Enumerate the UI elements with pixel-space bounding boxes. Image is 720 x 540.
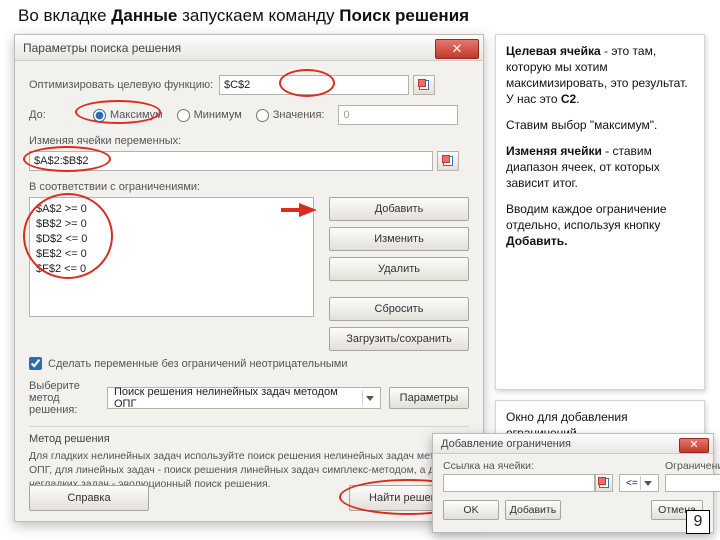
info-box-main: Целевая ячейка - это там, которую мы хот… [495, 34, 705, 390]
constraint-item[interactable]: $A$2 >= 0 [36, 202, 307, 217]
radio-min-input[interactable] [177, 109, 190, 122]
add-button[interactable]: Добавить [329, 197, 469, 221]
radio-min[interactable]: Минимум [177, 109, 242, 122]
add-dialog-body: Ссылка на ячейки: <= Ограничение: [433, 454, 713, 524]
to-label: До: [29, 109, 79, 121]
solver-title: Параметры поиска решения [23, 41, 181, 55]
radio-max-input[interactable] [93, 109, 106, 122]
objective-cell-input[interactable] [219, 75, 409, 95]
add-dialog-titlebar[interactable]: Добавление ограничения ✕ [433, 434, 713, 454]
solver-titlebar[interactable]: Параметры поиска решения ✕ [15, 35, 483, 61]
method-row: Выберите метод решения: Поиск решения не… [29, 380, 469, 416]
slide-title: Во вкладке Данные запускаем команду Поис… [18, 6, 469, 26]
spacer [619, 460, 659, 472]
nonneg-checkbox[interactable] [29, 357, 42, 370]
vars-label: Изменяя ячейки переменных: [29, 135, 181, 147]
constraint-item[interactable]: $E$2 <= 0 [36, 247, 307, 262]
title-bold-2: Поиск решения [339, 6, 469, 25]
cellref-label: Ссылка на ячейки: [443, 460, 613, 472]
constraint-buttons: Добавить Изменить Удалить Сбросить Загру… [329, 197, 469, 351]
info-bold: Изменяя ячейки [506, 144, 602, 158]
constraints-label: В соответствии с ограничениями: [29, 181, 200, 193]
operator-value: <= [626, 478, 638, 489]
solver-dialog: Параметры поиска решения ✕ Оптимизироват… [14, 34, 484, 522]
constraints-section: В соответствии с ограничениями: $A$2 >= … [29, 181, 469, 347]
constraint-rhs-label: Ограничение: [665, 460, 720, 472]
vars-section: Изменяя ячейки переменных: [29, 135, 469, 171]
method-value: Поиск решения нелинейных задач методом О… [114, 386, 362, 410]
range-picker-icon-3[interactable] [595, 474, 613, 492]
radio-max-label: Максимум [110, 109, 163, 121]
constraint-rhs-input[interactable] [665, 474, 720, 492]
radio-value-label: Значения: [273, 109, 325, 121]
radio-value[interactable]: Значения: [256, 109, 325, 122]
add-constraint-button[interactable]: Добавить [505, 500, 561, 520]
solver-footer: Справка Найти решение [29, 485, 469, 511]
add-constraint-dialog: Добавление ограничения ✕ Ссылка на ячейк… [432, 433, 714, 533]
method-select[interactable]: Поиск решения нелинейных задач методом О… [107, 387, 381, 409]
radio-value-input[interactable] [256, 109, 269, 122]
load-save-button[interactable]: Загрузить/сохранить [329, 327, 469, 351]
range-picker-icon[interactable] [413, 75, 435, 95]
add-dialog-title: Добавление ограничения [441, 438, 571, 450]
constraints-listbox[interactable]: $A$2 >= 0 $B$2 >= 0 $D$2 <= 0 $E$2 <= 0 … [29, 197, 314, 317]
ok-button[interactable]: OK [443, 500, 499, 520]
range-picker-icon-2[interactable] [437, 151, 459, 171]
info-text: . [576, 92, 579, 106]
cellref-input[interactable] [443, 474, 595, 492]
operator-select[interactable]: <= [619, 474, 659, 492]
info-bold: Добавить. [506, 234, 567, 248]
target-value-input[interactable] [338, 105, 458, 125]
title-bold-1: Данные [111, 6, 177, 25]
info-bold: С2 [561, 92, 576, 106]
annotation-arrow-add [299, 203, 317, 217]
objective-row: Оптимизировать целевую функцию: [29, 75, 469, 95]
solver-body: Оптимизировать целевую функцию: До: Макс… [15, 61, 483, 499]
radio-max[interactable]: Максимум [93, 109, 163, 122]
objective-label: Оптимизировать целевую функцию: [29, 79, 219, 91]
chevron-down-icon [362, 391, 376, 405]
goal-row: До: Максимум Минимум Значения: [29, 105, 469, 125]
reset-button[interactable]: Сбросить [329, 297, 469, 321]
title-text: Во вкладке [18, 6, 111, 25]
page-number: 9 [686, 510, 710, 534]
method-heading: Метод решения [29, 433, 469, 445]
info-text: Вводим каждое ограничение отдельно, испо… [506, 202, 667, 232]
nonneg-label: Сделать переменные без ограничений неотр… [48, 358, 348, 370]
nonneg-check[interactable]: Сделать переменные без ограничений неотр… [29, 357, 469, 370]
constraint-item[interactable]: $D$2 <= 0 [36, 232, 307, 247]
method-label: Выберите метод решения: [29, 380, 99, 416]
close-button[interactable]: ✕ [679, 438, 709, 453]
radio-min-label: Минимум [194, 109, 242, 121]
divider [29, 426, 469, 427]
info-text: Ставим выбор "максимум". [506, 117, 694, 133]
constraint-item[interactable]: $F$2 <= 0 [36, 262, 307, 277]
changing-cells-input[interactable] [29, 151, 433, 171]
constraint-item[interactable]: $B$2 >= 0 [36, 217, 307, 232]
params-button[interactable]: Параметры [389, 387, 469, 409]
info-bold: Целевая ячейка [506, 44, 601, 58]
change-button[interactable]: Изменить [329, 227, 469, 251]
close-button[interactable]: ✕ [435, 39, 479, 59]
help-button[interactable]: Справка [29, 485, 149, 511]
chevron-down-icon [640, 476, 654, 490]
delete-button[interactable]: Удалить [329, 257, 469, 281]
title-text-2: запускаем команду [177, 6, 339, 25]
